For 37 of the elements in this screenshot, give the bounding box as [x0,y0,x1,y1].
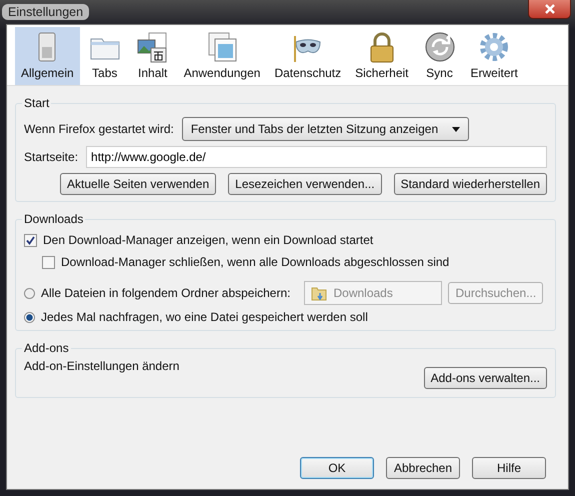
option-label: Alle Dateien in folgendem Ordner abspeichern: [41,286,290,300]
homepage-label: Startseite: [24,150,78,164]
manage-addons-button[interactable]: Add-ons verwalten... [424,367,547,389]
pane-tab[interactable]: Anwendungen [178,27,266,85]
pane-tab[interactable]: Sicherheit [349,27,415,85]
dialog-button[interactable]: Abbrechen [386,457,460,479]
pane-tab[interactable]: Tabs [82,27,128,85]
option-label: Download-Manager schließen, wenn alle Downloads abgeschlossen sind [61,255,450,269]
pane-tab[interactable]: Datenschutz [268,27,348,85]
group-heading: Add-ons [23,341,70,355]
dialog-button[interactable]: Hilfe [472,457,546,479]
option-label: Jedes Mal nachfragen, wo eine Datei gespeichert werden soll [41,310,368,324]
radio-button[interactable] [24,288,35,298]
homepage-button[interactable]: Standard wiederherstellen [394,173,547,195]
pane-tab[interactable]: Allgemein [15,27,80,85]
checkbox[interactable] [42,256,55,268]
dialog-button[interactable]: OK [300,457,374,479]
close-icon [544,4,556,14]
checkbox[interactable] [24,234,37,246]
homepage-field[interactable]: http://www.google.de/ [86,146,547,168]
group-heading: Start [23,96,50,110]
homepage-button[interactable]: Aktuelle Seiten verwenden [60,173,216,195]
addons-text: Add-on-Einstellungen ändern [24,359,180,373]
radio-button[interactable] [24,312,35,322]
startup-label: Wenn Firefox gestartet wird: [24,122,174,136]
startup-dropdown[interactable]: Fenster und Tabs der letzten Sitzung anzeigen [182,117,470,141]
option-label: Den Download-Manager anzeigen, wenn ein Download startet [43,233,374,247]
sync-icon [422,30,457,64]
close-button[interactable] [528,0,571,19]
pane-tab[interactable]: Inhalt [130,27,176,85]
pane-tab[interactable]: Erweitert [464,27,524,85]
window-title: Einstellungen [2,4,90,20]
homepage-button[interactable]: Lesezeichen verwenden... [228,173,382,195]
caret-icon [452,126,460,132]
group-heading: Downloads [23,212,84,226]
pane-tab[interactable]: Sync [416,27,463,85]
folder-icon [311,285,328,301]
